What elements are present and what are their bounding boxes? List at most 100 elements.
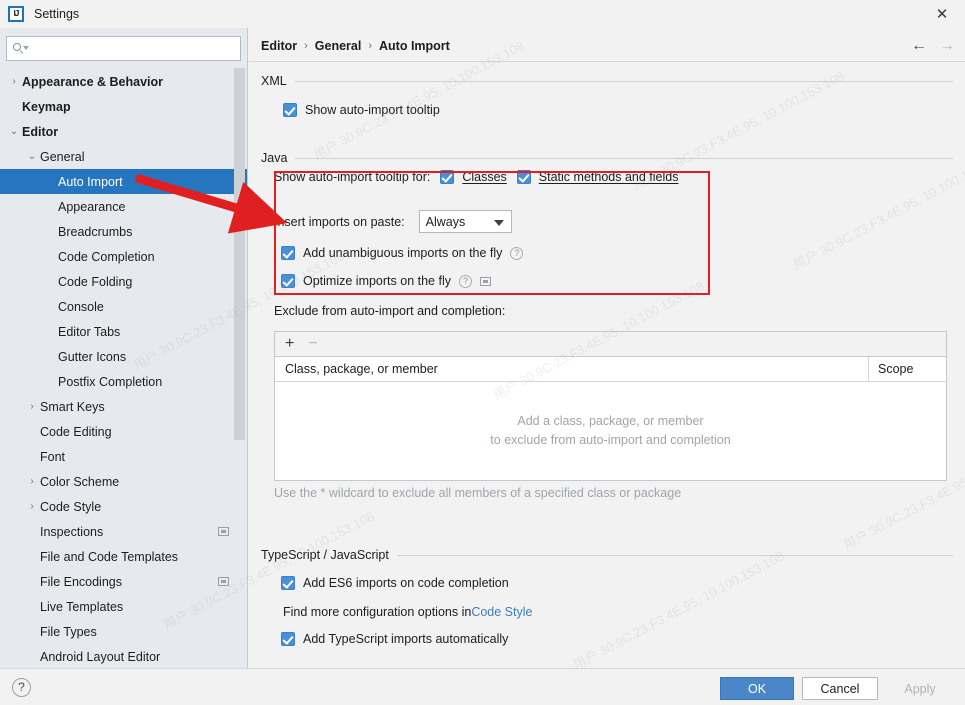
checkbox-show-auto-import-tooltip-xml[interactable]: Show auto-import tooltip: [283, 103, 440, 117]
checkbox-icon[interactable]: [281, 632, 295, 646]
checkbox-label: Add TypeScript imports automatically: [303, 632, 509, 646]
ok-button[interactable]: OK: [720, 677, 794, 700]
chevron-right-icon[interactable]: ›: [26, 501, 38, 512]
help-button[interactable]: ?: [12, 678, 31, 697]
checkbox-icon-classes[interactable]: [440, 170, 455, 184]
sidebar-item-file-types[interactable]: File Types: [0, 619, 247, 644]
sidebar-item-label: Code Completion: [58, 249, 155, 264]
sidebar-item-label: Keymap: [22, 99, 71, 114]
checkbox-label: Add unambiguous imports on the fly: [303, 246, 503, 260]
sidebar-item-color-scheme[interactable]: › Color Scheme: [0, 469, 247, 494]
checkbox-optimize-imports[interactable]: Optimize imports on the fly ?: [281, 274, 491, 288]
column-header-class[interactable]: Class, package, or member: [275, 362, 868, 376]
sidebar-item-smart-keys[interactable]: › Smart Keys: [0, 394, 247, 419]
sidebar-item-console[interactable]: Console: [0, 294, 247, 319]
dialog-footer: ? OK Cancel Apply: [0, 668, 965, 705]
chevron-down-icon[interactable]: ⌄: [26, 151, 38, 162]
section-rule: [295, 157, 953, 159]
sidebar-item-label: Live Templates: [40, 599, 124, 614]
sidebar-item-breadcrumbs[interactable]: Breadcrumbs: [0, 219, 247, 244]
exclude-table-empty-state: Add a class, package, or member to exclu…: [275, 382, 946, 479]
sidebar-item-label: Appearance & Behavior: [22, 74, 164, 89]
sidebar-item-label: Editor Tabs: [58, 324, 121, 339]
intellij-idea-icon: IJ: [8, 6, 24, 22]
breadcrumb-item[interactable]: Auto Import: [379, 39, 450, 53]
close-icon[interactable]: ✕: [919, 0, 965, 28]
sidebar-item-label: Smart Keys: [40, 399, 105, 414]
chevron-right-icon[interactable]: ›: [26, 476, 38, 487]
exclude-label: Exclude from auto-import and completion:: [274, 304, 506, 318]
checkbox-add-unambiguous-imports[interactable]: Add unambiguous imports on the fly ?: [281, 246, 524, 260]
section-title-typescript: TypeScript / JavaScript: [261, 548, 389, 562]
sidebar-item-appearance[interactable]: Appearance: [0, 194, 247, 219]
settings-tree: › Appearance & Behavior Keymap ⌄ Editor ⌄ Gene…: [0, 67, 247, 668]
checkbox-label-classes[interactable]: Classes: [462, 170, 506, 184]
sidebar-item-code-editing[interactable]: Code Editing: [0, 419, 247, 444]
sidebar-item-android-layout-editor[interactable]: Android Layout Editor: [0, 644, 247, 668]
sidebar-item-label: Editor: [22, 124, 59, 139]
sidebar-item-font[interactable]: Font: [0, 444, 247, 469]
search-box[interactable]: [6, 36, 241, 61]
sidebar-item-auto-import[interactable]: Auto Import: [0, 169, 247, 194]
sidebar-item-code-folding[interactable]: Code Folding: [0, 269, 247, 294]
arrow-right-icon[interactable]: →: [939, 38, 955, 54]
arrow-left-icon[interactable]: ←: [911, 38, 927, 54]
section-title-xml: XML: [261, 74, 287, 88]
sidebar-item-postfix-completion[interactable]: Postfix Completion: [0, 369, 247, 394]
insert-imports-on-paste-row: Insert imports on paste: Always: [274, 210, 512, 233]
add-icon[interactable]: +: [285, 336, 294, 352]
header-divider: [249, 61, 965, 62]
sidebar-item-editor[interactable]: ⌄ Editor: [0, 119, 247, 144]
settings-sidebar: › Appearance & Behavior Keymap ⌄ Editor ⌄ Gene…: [0, 28, 248, 668]
show-auto-import-tooltip-for-row: Show auto-import tooltip for: Classes St…: [274, 170, 678, 184]
sidebar-item-code-completion[interactable]: Code Completion: [0, 244, 247, 269]
checkbox-icon[interactable]: [281, 246, 295, 260]
chevron-down-icon[interactable]: ⌄: [8, 126, 20, 137]
breadcrumb-item[interactable]: Editor: [261, 39, 297, 53]
remove-icon[interactable]: −: [308, 336, 317, 352]
sidebar-item-label: Breadcrumbs: [58, 224, 133, 239]
checkbox-icon-static-methods[interactable]: [516, 170, 531, 184]
checkbox-icon[interactable]: [283, 103, 297, 117]
apply-button[interactable]: Apply: [883, 677, 957, 700]
checkbox-label-static-methods[interactable]: Static methods and fields: [539, 170, 679, 184]
sidebar-item-appearance-behavior[interactable]: › Appearance & Behavior: [0, 69, 247, 94]
help-icon[interactable]: ?: [458, 274, 472, 288]
chevron-right-icon[interactable]: ›: [26, 401, 38, 412]
sidebar-item-editor-tabs[interactable]: Editor Tabs: [0, 319, 247, 344]
column-header-scope[interactable]: Scope: [868, 357, 946, 381]
sidebar-item-file-encodings[interactable]: File Encodings: [0, 569, 247, 594]
settings-content: Editor › General › Auto Import ← → XML Show …: [249, 28, 965, 668]
project-scope-icon[interactable]: [218, 577, 229, 586]
section-rule: [396, 554, 953, 556]
sidebar-item-keymap[interactable]: Keymap: [0, 94, 247, 119]
sidebar-item-gutter-icons[interactable]: Gutter Icons: [0, 344, 247, 369]
sidebar-item-inspections[interactable]: Inspections: [0, 519, 247, 544]
insert-imports-select[interactable]: Always: [418, 210, 512, 233]
empty-line-1: Add a class, package, or member: [517, 414, 704, 428]
sidebar-item-label: Console: [58, 299, 104, 314]
nav-arrows: ← →: [911, 38, 955, 54]
sidebar-scrollbar[interactable]: [234, 68, 245, 440]
sidebar-item-file-and-code-templates[interactable]: File and Code Templates: [0, 544, 247, 569]
checkbox-icon[interactable]: [281, 576, 295, 590]
sidebar-item-general[interactable]: ⌄ General: [0, 144, 247, 169]
code-style-link[interactable]: Code Style: [471, 605, 532, 619]
checkbox-add-es6-imports[interactable]: Add ES6 imports on code completion: [281, 576, 509, 590]
checkbox-add-typescript-imports[interactable]: Add TypeScript imports automatically: [281, 632, 508, 646]
checkbox-icon[interactable]: [281, 274, 295, 288]
breadcrumb: Editor › General › Auto Import: [261, 39, 450, 53]
help-icon[interactable]: ?: [510, 246, 524, 260]
project-scope-icon[interactable]: [479, 276, 491, 286]
sidebar-item-label: File and Code Templates: [40, 549, 179, 564]
cancel-button[interactable]: Cancel: [802, 677, 878, 700]
sidebar-item-label: Gutter Icons: [58, 349, 127, 364]
project-scope-icon[interactable]: [218, 527, 229, 536]
sidebar-item-live-templates[interactable]: Live Templates: [0, 594, 247, 619]
search-input[interactable]: [28, 37, 234, 60]
breadcrumb-item[interactable]: General: [315, 39, 362, 53]
chevron-right-icon[interactable]: ›: [8, 76, 20, 87]
sidebar-item-code-style[interactable]: › Code Style: [0, 494, 247, 519]
search-container: [0, 28, 247, 67]
sidebar-item-label: Font: [40, 449, 66, 464]
